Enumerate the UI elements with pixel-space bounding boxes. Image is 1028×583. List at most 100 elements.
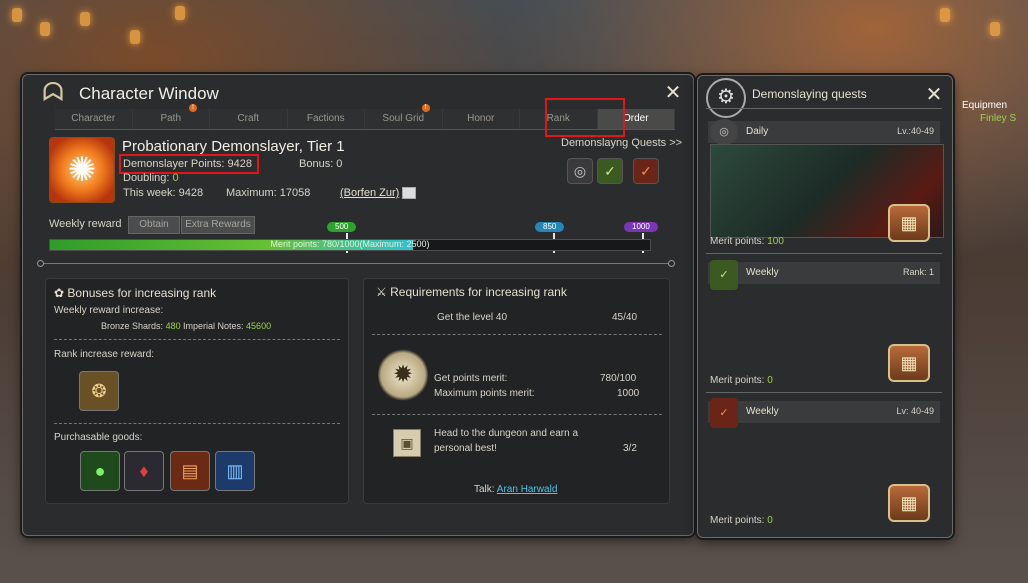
merit-progress-text: Merit points: 780/1000(Maximum: 2500): [270, 239, 430, 249]
divider: [372, 334, 662, 335]
divider: [54, 423, 340, 424]
rank-reward-label: Rank increase reward:: [54, 349, 155, 360]
talk-npc-link[interactable]: Aran Harwald: [497, 484, 558, 495]
tab-order[interactable]: Order: [597, 109, 675, 129]
bronze-shards: Bronze Shards: 480: [101, 321, 181, 331]
map-icon[interactable]: [402, 187, 417, 200]
quest-merit: Merit points: 0: [710, 375, 773, 386]
obtain-button[interactable]: Obtain: [128, 216, 180, 234]
purchasable-label: Purchasable goods:: [54, 432, 143, 443]
tab-path[interactable]: Path!: [132, 104, 210, 129]
chest-icon[interactable]: ▦: [888, 344, 930, 382]
lantern: [175, 6, 185, 20]
lantern: [990, 22, 1000, 36]
bonus-label: Bonus: 0: [299, 158, 343, 170]
ring-icon[interactable]: ◎: [567, 158, 593, 184]
level-requirement-value: 45/40: [612, 312, 638, 323]
equipment-label: Equipmen: [962, 100, 1008, 111]
quest-level: Rank: 1: [902, 267, 934, 277]
red-gem-icon[interactable]: ♦: [124, 451, 164, 491]
divider: [372, 414, 662, 415]
quest-label: Weekly: [746, 406, 779, 417]
requirements-panel: ⚔ Requirements for increasing rank Get t…: [363, 278, 670, 504]
wolf-emblem-icon: ᗣ: [42, 77, 64, 107]
lantern: [130, 30, 140, 44]
flower-icon: ✿: [54, 286, 65, 300]
divider: [706, 108, 942, 109]
quest-merit: Merit points: 100: [710, 236, 784, 247]
divider: [706, 392, 942, 393]
quest-row-weekly-2[interactable]: Weekly Lv: 40-49: [708, 401, 940, 423]
tab-character[interactable]: Character: [55, 109, 133, 129]
dungeon-requirement-line1: Head to the dungeon and earn a: [434, 428, 579, 439]
lantern: [40, 22, 50, 36]
divider: [41, 263, 671, 264]
chest-icon[interactable]: ▦: [888, 484, 930, 522]
quest-label: Daily: [746, 126, 769, 137]
quest-row-daily[interactable]: Daily Lv.:40-49: [708, 121, 940, 143]
tab-honor[interactable]: Honor: [442, 109, 520, 129]
demonslayer-points: Demonslayer Points: 9428: [123, 158, 253, 170]
npc-link[interactable]: (Borfen Zur): [340, 187, 417, 200]
rank-emblem-icon: ✺: [49, 137, 115, 203]
dungeon-icon: ▣: [393, 429, 421, 457]
weekly-increase-label: Weekly reward increase:: [54, 305, 164, 316]
close-icon[interactable]: ✕: [924, 85, 944, 105]
alert-icon: !: [189, 104, 197, 112]
scroll-icon[interactable]: ✓: [633, 158, 659, 184]
lantern: [80, 12, 90, 26]
alert-icon: !: [421, 104, 430, 112]
close-icon[interactable]: ✕: [663, 83, 683, 103]
this-week-label: This week: 9428: [123, 187, 204, 199]
max-merit-requirement: Maximum points merit:: [434, 388, 535, 399]
quest-merit: Merit points: 0: [710, 515, 773, 526]
seal-icon: ✹: [378, 348, 428, 402]
divider-end: [668, 260, 675, 267]
tab-craft[interactable]: Craft: [210, 109, 288, 129]
rank-reward-item-icon[interactable]: ❂: [79, 371, 119, 411]
ring-icon: ◎: [710, 119, 738, 145]
doubling-label: Doubling: 0: [123, 172, 179, 184]
tab-rank[interactable]: Rank: [520, 109, 598, 129]
quest-level: Lv.:40-49: [897, 126, 934, 136]
window-title: Character Window: [79, 84, 219, 103]
level-requirement: Get the level 40: [437, 312, 508, 323]
demonslaying-quests-link[interactable]: Demonslayng Quests >>: [561, 137, 682, 149]
merit-requirement: Get points merit:: [434, 373, 508, 384]
quest-label: Weekly: [746, 267, 779, 278]
npc-name-label: Finley S: [980, 113, 1017, 124]
tab-factions[interactable]: Factions: [287, 109, 365, 129]
red-book-icon[interactable]: ▤: [170, 451, 210, 491]
dungeon-requirement-value: 3/2: [623, 443, 637, 454]
requirements-title: ⚔ Requirements for increasing rank: [376, 285, 567, 299]
rank-title: Probationary Demonslayer, Tier 1: [122, 138, 345, 155]
milestone-1000: 1000: [624, 222, 658, 232]
doubling-value: 0: [172, 172, 179, 184]
divider: [54, 339, 340, 340]
merit-progress-bar: Merit points: 780/1000(Maximum: 2500): [49, 239, 651, 251]
milestone-500: 500: [327, 222, 357, 232]
swords-icon: ⚔: [376, 285, 387, 299]
maximum-label: Maximum: 17058: [226, 187, 311, 199]
bonuses-panel: ✿ Bonuses for increasing rank Weekly rew…: [45, 278, 349, 504]
lantern: [940, 8, 950, 22]
blue-book-icon[interactable]: ▥: [215, 451, 255, 491]
divider: [706, 253, 942, 254]
extra-rewards-button[interactable]: Extra Rewards: [181, 216, 255, 234]
quest-level: Lv: 40-49: [896, 406, 934, 416]
chest-icon[interactable]: ▦: [888, 204, 930, 242]
talisman-icon[interactable]: ✓: [597, 158, 623, 184]
weekly-reward-label: Weekly reward: [49, 218, 122, 230]
divider-end: [37, 260, 44, 267]
bonuses-title: ✿ Bonuses for increasing rank: [54, 286, 217, 300]
tab-soul-grid[interactable]: Soul Grid!: [365, 104, 443, 129]
lantern: [12, 8, 22, 22]
talisman-icon: ✓: [710, 260, 738, 290]
quest-row-weekly[interactable]: Weekly Rank: 1: [708, 262, 940, 284]
milestone-850: 850: [535, 222, 565, 232]
green-orb-icon[interactable]: ●: [80, 451, 120, 491]
character-window: ᗣ Character Window ✕ Character Path! Cra…: [22, 74, 694, 536]
tab-bar: Character Path! Craft Factions Soul Grid…: [55, 104, 675, 130]
demonslaying-quests-window: ⚙ Demonslaying quests ✕ Daily Lv.:40-49 …: [697, 75, 953, 538]
title-bar[interactable]: ᗣ Character Window ✕: [23, 75, 693, 109]
